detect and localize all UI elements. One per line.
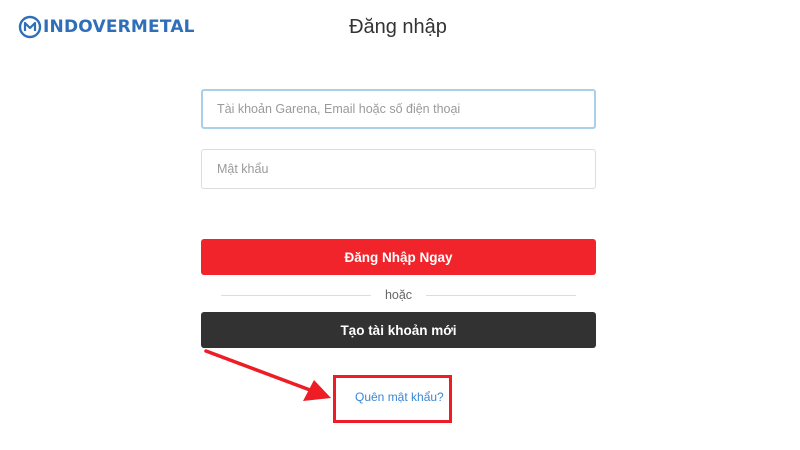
or-divider: hoặc xyxy=(221,286,577,304)
password-input[interactable] xyxy=(201,149,596,189)
divider-line-left xyxy=(221,294,371,296)
login-button[interactable]: Đăng Nhập Ngay xyxy=(201,239,596,275)
forgot-password-link[interactable]: Quên mật khẩu? xyxy=(355,390,444,404)
page-title: Đăng nhập xyxy=(349,16,447,38)
login-page: INDOVERMETAL Đăng nhập Đăng Nhập Ngay ho… xyxy=(0,0,800,450)
divider-line-right xyxy=(426,294,577,296)
register-button[interactable]: Tạo tài khoản mới xyxy=(201,312,596,348)
username-input[interactable] xyxy=(201,89,596,129)
divider-text: hoặc xyxy=(384,288,413,302)
